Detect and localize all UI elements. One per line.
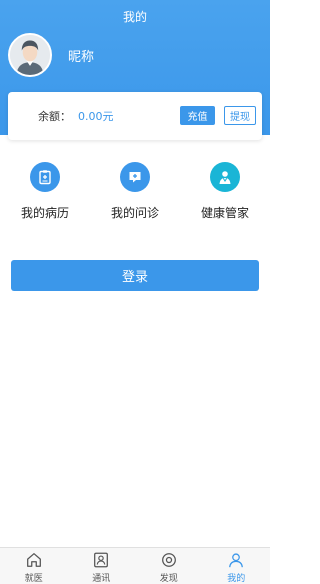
balance-value: 0.00元 xyxy=(78,110,114,123)
tab-contacts[interactable]: 通讯 xyxy=(76,548,126,584)
grid-item-label: 我的问诊 xyxy=(110,206,159,220)
contacts-icon xyxy=(94,552,109,568)
bottom-tab-bar: 就医 通讯 发现 我的 xyxy=(0,547,270,584)
balance-label: 余额： xyxy=(38,110,71,123)
balance-card: 余额： 0.00元 充值 提现 xyxy=(8,92,262,140)
avatar[interactable] xyxy=(8,33,52,77)
medical-record-icon xyxy=(30,162,60,192)
grid-item-medical-records[interactable]: 我的病历 xyxy=(5,160,85,230)
withdraw-button[interactable]: 提现 xyxy=(224,106,256,125)
tab-label: 我的 xyxy=(227,574,246,584)
home-icon xyxy=(26,553,41,567)
nickname[interactable]: 昵称 xyxy=(68,46,94,65)
user-icon xyxy=(229,553,244,568)
tab-label: 就医 xyxy=(24,574,43,584)
tab-medical[interactable]: 就医 xyxy=(9,548,59,584)
login-button[interactable]: 登录 xyxy=(11,260,259,291)
tab-mine[interactable]: 我的 xyxy=(211,548,261,584)
discover-icon xyxy=(161,553,176,567)
tab-label: 通讯 xyxy=(92,574,111,584)
grid-item-label: 我的病历 xyxy=(20,206,69,220)
feature-grid: 我的病历 我的问诊 健康管家 xyxy=(0,160,270,230)
grid-item-health-manager[interactable]: 健康管家 xyxy=(185,160,265,230)
avatar-person-icon xyxy=(10,35,50,75)
tab-discover[interactable]: 发现 xyxy=(144,548,194,584)
doctor-icon xyxy=(210,162,240,192)
page-title: 我的 xyxy=(122,10,147,24)
consultation-icon xyxy=(120,162,150,192)
tab-label: 发现 xyxy=(159,574,178,584)
recharge-button[interactable]: 充值 xyxy=(180,106,215,125)
grid-item-consultations[interactable]: 我的问诊 xyxy=(95,160,175,230)
grid-item-label: 健康管家 xyxy=(200,206,249,220)
